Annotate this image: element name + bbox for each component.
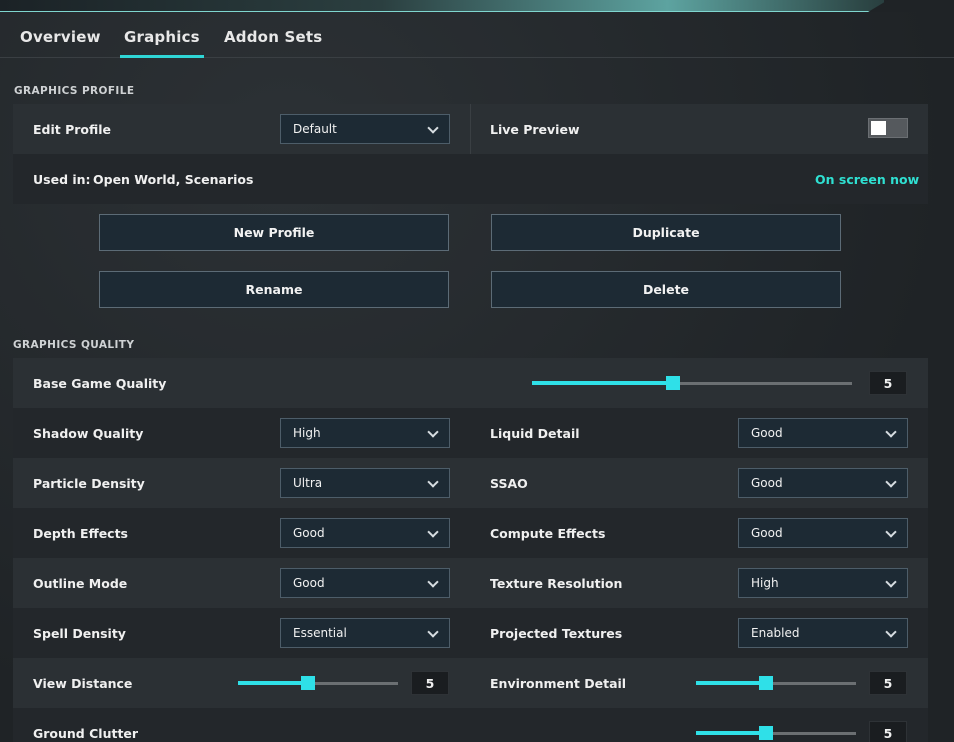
tab-addon-sets[interactable]: Addon Sets	[224, 28, 322, 46]
ground-clutter-label: Ground Clutter	[33, 726, 139, 741]
dropdown-value: Good	[293, 576, 325, 590]
top-accent-bar	[0, 0, 954, 12]
dropdown-value: High	[293, 426, 321, 440]
chevron-down-icon	[427, 576, 439, 588]
slider-fill	[696, 681, 767, 685]
chevron-down-icon	[427, 626, 439, 638]
ground-clutter-value: 5	[869, 721, 907, 742]
shadow-quality-label: Shadow Quality	[33, 426, 144, 441]
edit-profile-dropdown[interactable]: Default	[280, 114, 450, 144]
texture-resolution-dropdown[interactable]: High	[738, 568, 908, 598]
chevron-down-icon	[427, 526, 439, 538]
duplicate-button[interactable]: Duplicate	[491, 214, 841, 251]
dropdown-value: Ultra	[293, 476, 323, 490]
outline-mode-label: Outline Mode	[33, 576, 128, 591]
depth-effects-dropdown[interactable]: Good	[280, 518, 450, 548]
slider-thumb[interactable]	[759, 726, 774, 740]
liquid-detail-label: Liquid Detail	[490, 426, 580, 441]
ssao-label: SSAO	[490, 476, 528, 491]
chevron-down-icon	[427, 426, 439, 438]
settings-row: Particle Density Ultra SSAO Good	[13, 458, 928, 508]
dropdown-value: Good	[751, 526, 783, 540]
ground-clutter-row: Ground Clutter 5	[13, 708, 928, 742]
used-in-row: Used in: Open World, Scenarios On screen…	[13, 154, 928, 204]
dropdown-value: Good	[751, 476, 783, 490]
edit-profile-value: Default	[293, 122, 337, 136]
rename-button[interactable]: Rename	[99, 271, 449, 308]
projected-textures-dropdown[interactable]: Enabled	[738, 618, 908, 648]
view-distance-label: View Distance	[33, 676, 133, 691]
graphics-quality-heading: GRAPHICS QUALITY	[13, 339, 135, 351]
outline-mode-dropdown[interactable]: Good	[280, 568, 450, 598]
environment-detail-value: 5	[869, 671, 907, 695]
chevron-down-icon	[885, 426, 897, 438]
environment-detail-slider[interactable]	[696, 676, 856, 690]
slider-fill	[238, 681, 309, 685]
chevron-down-icon	[885, 576, 897, 588]
slider-fill	[696, 731, 767, 735]
ground-clutter-slider[interactable]	[696, 726, 856, 740]
texture-resolution-label: Texture Resolution	[490, 576, 623, 591]
dropdown-value: Enabled	[751, 626, 800, 640]
edit-profile-label: Edit Profile	[33, 122, 112, 137]
view-distance-slider[interactable]	[238, 676, 398, 690]
environment-detail-label: Environment Detail	[490, 676, 627, 691]
profile-panel: Edit Profile Default Live Preview Used i…	[13, 104, 928, 204]
tab-overview[interactable]: Overview	[20, 28, 101, 46]
live-preview-toggle[interactable]	[868, 118, 908, 138]
chevron-down-icon	[885, 526, 897, 538]
liquid-detail-dropdown[interactable]: Good	[738, 418, 908, 448]
base-quality-row: Base Game Quality 5	[13, 358, 928, 408]
depth-effects-label: Depth Effects	[33, 526, 128, 541]
shadow-quality-dropdown[interactable]: High	[280, 418, 450, 448]
chevron-down-icon	[885, 626, 897, 638]
dropdown-value: Essential	[293, 626, 347, 640]
dropdown-value: Good	[751, 426, 783, 440]
dropdown-value: High	[751, 576, 779, 590]
base-quality-value: 5	[869, 371, 907, 395]
settings-row: Spell Density Essential Projected Textur…	[13, 608, 928, 658]
on-screen-status: On screen now	[815, 172, 920, 187]
toggle-knob	[871, 121, 886, 135]
distance-row: View Distance 5 Environment Detail 5	[13, 658, 928, 708]
settings-row: Outline Mode Good Texture Resolution Hig…	[13, 558, 928, 608]
delete-button[interactable]: Delete	[491, 271, 841, 308]
chevron-down-icon	[427, 122, 439, 134]
particle-density-dropdown[interactable]: Ultra	[280, 468, 450, 498]
compute-effects-label: Compute Effects	[490, 526, 606, 541]
live-preview-label: Live Preview	[490, 122, 580, 137]
tab-bar: Overview Graphics Addon Sets	[0, 12, 954, 58]
used-in-label: Used in:	[33, 172, 91, 187]
ssao-dropdown[interactable]: Good	[738, 468, 908, 498]
top-bar-corner	[884, 0, 954, 12]
slider-thumb[interactable]	[665, 376, 680, 390]
new-profile-button[interactable]: New Profile	[99, 214, 449, 251]
settings-row: Depth Effects Good Compute Effects Good	[13, 508, 928, 558]
view-distance-value: 5	[411, 671, 449, 695]
base-quality-label: Base Game Quality	[33, 376, 167, 391]
slider-thumb[interactable]	[759, 676, 774, 690]
chevron-down-icon	[885, 476, 897, 488]
projected-textures-label: Projected Textures	[490, 626, 623, 641]
quality-panel: Base Game Quality 5 Shadow Quality High …	[13, 358, 928, 742]
tab-graphics[interactable]: Graphics	[120, 28, 204, 58]
spell-density-label: Spell Density	[33, 626, 126, 641]
column-divider	[470, 104, 471, 154]
dropdown-value: Good	[293, 526, 325, 540]
used-in-value: Open World, Scenarios	[93, 172, 254, 187]
slider-fill	[532, 381, 673, 385]
base-quality-slider[interactable]	[532, 376, 852, 390]
particle-density-label: Particle Density	[33, 476, 145, 491]
graphics-profile-heading: GRAPHICS PROFILE	[14, 85, 135, 97]
spell-density-dropdown[interactable]: Essential	[280, 618, 450, 648]
chevron-down-icon	[427, 476, 439, 488]
slider-thumb[interactable]	[301, 676, 316, 690]
settings-row: Shadow Quality High Liquid Detail Good	[13, 408, 928, 458]
compute-effects-dropdown[interactable]: Good	[738, 518, 908, 548]
